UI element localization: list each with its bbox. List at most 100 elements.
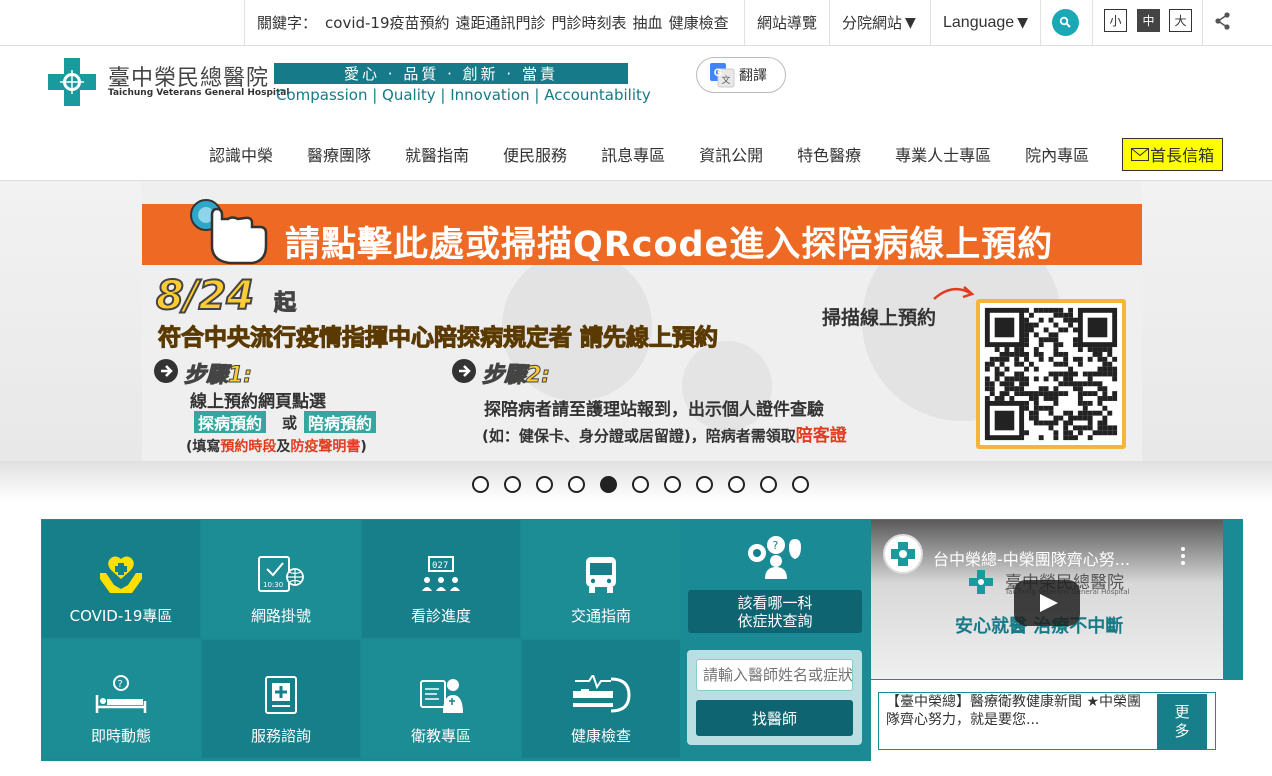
find-doctor-button[interactable]: 找醫師 — [696, 700, 853, 736]
nav-item-news[interactable]: 訊息專區 — [584, 142, 682, 166]
keyword-link-telemedicine[interactable]: 遠距通訊門診 — [456, 12, 546, 33]
qr-module — [1112, 396, 1118, 401]
qr-module — [1024, 322, 1029, 328]
step2-label: 步驟2: — [481, 363, 551, 389]
qr-module — [1073, 342, 1078, 348]
font-size-small-button[interactable]: 小 — [1104, 9, 1127, 32]
branch-sites-dropdown[interactable]: 分院網站 ▼ — [829, 0, 928, 45]
carousel-dot-9[interactable] — [728, 476, 745, 493]
qr-module — [1102, 386, 1108, 392]
qr-module — [989, 386, 995, 392]
nav-item-professionals[interactable]: 專業人士專區 — [878, 142, 1008, 166]
qr-module — [1077, 361, 1083, 367]
qr-module — [1058, 327, 1064, 333]
carousel-dot-1[interactable] — [472, 476, 489, 493]
nav-item-internal[interactable]: 院內專區 — [1008, 142, 1106, 166]
qr-module — [1058, 307, 1064, 313]
qr-module — [1092, 391, 1098, 397]
qr-module — [1092, 410, 1098, 416]
carousel-dot-10[interactable] — [760, 476, 777, 493]
qr-module — [1102, 371, 1108, 377]
qr-module — [1077, 425, 1083, 431]
qr-module — [1068, 381, 1074, 387]
nav-item-public-info[interactable]: 資訊公開 — [682, 142, 780, 166]
qr-module — [1077, 396, 1083, 401]
qr-module — [1033, 391, 1039, 397]
online-registration-tile[interactable]: 10:30 網路掛號 — [202, 520, 360, 638]
envelope-icon — [1131, 147, 1150, 161]
qr-module — [1082, 405, 1088, 411]
keyword-link-blood-test[interactable]: 抽血 — [633, 12, 663, 33]
step1-note-time-slot: 預約時段 — [220, 439, 277, 455]
hospital-logo-icon[interactable] — [46, 56, 98, 108]
carousel-dot-11[interactable] — [792, 476, 809, 493]
transport-guide-tile[interactable]: 交通指南 — [522, 520, 680, 638]
channel-avatar[interactable] — [883, 534, 923, 574]
health-checkup-tile[interactable]: 健康檢查 — [522, 640, 680, 758]
realtime-status-tile[interactable]: ? 即時動態 — [42, 640, 200, 758]
video-title[interactable]: 台中榮總-中榮團隊齊心努... — [933, 546, 1130, 570]
director-mailbox-button[interactable]: 首長信箱 — [1122, 137, 1224, 171]
step2-text: 探陪病者請至護理站報到，出示個人證件查驗 — [484, 400, 824, 420]
qr-module — [1082, 371, 1088, 377]
service-consult-icon — [265, 676, 297, 714]
qr-module — [994, 376, 1000, 382]
symptom-department-lookup-button[interactable]: 該看哪一科 依症狀查詢 — [688, 590, 862, 633]
share-button[interactable] — [1212, 10, 1234, 32]
service-consult-tile[interactable]: 服務諮詢 — [202, 640, 360, 758]
keyword-link-health-checkup[interactable]: 健康檢查 — [669, 12, 729, 33]
nav-item-patient-guide[interactable]: 就醫指南 — [388, 142, 486, 166]
nav-item-services[interactable]: 便民服務 — [486, 142, 584, 166]
banner-start-date: 8/24 — [155, 272, 255, 320]
google-translate-button[interactable]: G 文 翻譯 — [696, 57, 786, 93]
carousel-dot-7[interactable] — [664, 476, 681, 493]
carousel-dot-3[interactable] — [536, 476, 553, 493]
sitemap-link[interactable]: 網站導覽 — [744, 0, 829, 45]
qr-module — [984, 361, 990, 367]
clinic-progress-tile[interactable]: 027 看診進度 — [362, 520, 520, 638]
search-button[interactable] — [1052, 9, 1079, 36]
qr-module — [984, 396, 990, 401]
carousel-dot-6[interactable] — [632, 476, 649, 493]
carousel-dot-2[interactable] — [504, 476, 521, 493]
keyword-link-clinic-schedule[interactable]: 門診時刻表 — [552, 12, 627, 33]
qr-module — [1097, 420, 1103, 426]
language-dropdown[interactable]: Language ▼ — [930, 0, 1040, 45]
qr-module — [1087, 410, 1093, 416]
search-icon — [1059, 16, 1071, 28]
qr-module — [1063, 410, 1069, 416]
qr-module — [1053, 430, 1059, 436]
covid19-zone-tile[interactable]: COVID-19專區 — [42, 520, 200, 638]
font-size-large-button[interactable]: 大 — [1169, 9, 1192, 32]
nav-item-featured-care[interactable]: 特色醫療 — [780, 142, 878, 166]
divider — [1202, 0, 1203, 45]
play-button[interactable] — [1014, 580, 1080, 626]
qr-module — [1097, 386, 1103, 392]
visitation-booking-banner[interactable]: 請點擊此處或掃描QRcode進入探陪病線上預約 8/24 起 符合中央流行疫情指… — [142, 181, 1142, 461]
health-education-tile[interactable]: 衛教專區 — [362, 640, 520, 758]
qr-module — [1087, 415, 1093, 421]
carousel-dot-8[interactable] — [696, 476, 713, 493]
qr-module — [1112, 371, 1118, 377]
carousel-dot-4[interactable] — [568, 476, 585, 493]
news-headline[interactable]: 【臺中榮總】醫療衛教健康新聞 ★中榮團隊齊心努力，就是要您... — [886, 693, 1152, 729]
nav-item-about[interactable]: 認識中榮 — [192, 142, 290, 166]
qr-module — [1058, 342, 1064, 348]
doctor-search-input[interactable] — [696, 659, 853, 691]
qr-module — [1082, 410, 1088, 416]
keyword-link-covid-vaccine[interactable]: covid-19疫苗預約 — [325, 12, 450, 33]
qr-module — [1073, 317, 1078, 323]
hospital-logo-icon — [969, 570, 993, 594]
qr-module — [1048, 405, 1054, 411]
qr-module — [1053, 337, 1059, 343]
qr-module — [1033, 405, 1039, 411]
qr-module — [1073, 425, 1078, 431]
youtube-video-player[interactable]: 台中榮總-中榮團隊齊心努... 臺中榮民總醫院 Taichung Veteran… — [871, 520, 1223, 679]
font-size-medium-button[interactable]: 中 — [1137, 9, 1160, 32]
carousel-dot-5[interactable] — [600, 476, 617, 493]
qr-code[interactable] — [976, 299, 1126, 449]
nav-item-medical-team[interactable]: 醫療團隊 — [290, 142, 388, 166]
qr-module — [1043, 386, 1049, 392]
more-options-icon[interactable] — [1177, 546, 1189, 566]
more-news-button[interactable]: 更 多 — [1157, 694, 1207, 750]
